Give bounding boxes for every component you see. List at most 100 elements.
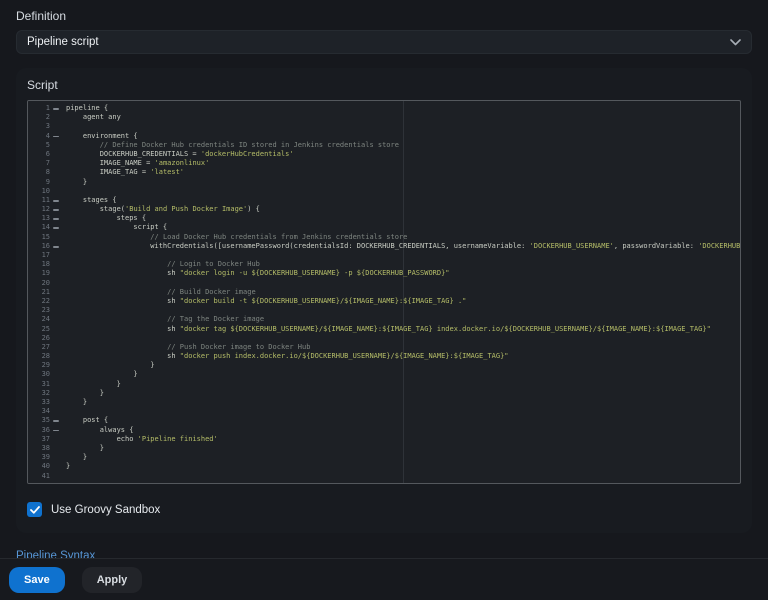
fold-spacer	[50, 187, 62, 196]
fold-spacer	[50, 122, 62, 131]
fold-toggle-icon[interactable]	[50, 196, 62, 205]
fold-toggle-icon[interactable]	[50, 214, 62, 223]
code-line[interactable]	[62, 407, 740, 416]
line-number: 31	[30, 380, 50, 389]
editor-code-area[interactable]: pipeline { agent any environment { // De…	[62, 101, 740, 483]
code-line[interactable]: stages {	[62, 196, 740, 205]
code-line[interactable]: sh "docker tag ${DOCKERHUB_USERNAME}/${I…	[62, 325, 740, 334]
code-line[interactable]: stage('Build and Push Docker Image') {	[62, 205, 740, 214]
code-line[interactable]: sh "docker push index.docker.io/${DOCKER…	[62, 352, 740, 361]
fold-spacer	[50, 407, 62, 416]
code-line[interactable]	[62, 472, 740, 481]
fold-spacer	[50, 150, 62, 159]
gutter-line: 27	[28, 343, 62, 352]
fold-spacer	[50, 325, 62, 334]
line-number: 23	[30, 306, 50, 315]
gutter-line: 14	[28, 223, 62, 232]
fold-toggle-icon[interactable]	[50, 132, 62, 141]
code-line[interactable]: // Load Docker Hub credentials from Jenk…	[62, 233, 740, 242]
line-number: 6	[30, 150, 50, 159]
gutter-line: 20	[28, 279, 62, 288]
code-line[interactable]: // Login to Docker Hub	[62, 260, 740, 269]
code-line[interactable]: always {	[62, 426, 740, 435]
fold-spacer	[50, 113, 62, 122]
code-line[interactable]: agent any	[62, 113, 740, 122]
code-line[interactable]: }	[62, 370, 740, 379]
fold-spacer	[50, 462, 62, 471]
code-line[interactable]	[62, 306, 740, 315]
line-number: 34	[30, 407, 50, 416]
code-line[interactable]: sh "docker login -u ${DOCKERHUB_USERNAME…	[62, 269, 740, 278]
code-line[interactable]: }	[62, 380, 740, 389]
code-line[interactable]: }	[62, 398, 740, 407]
fold-toggle-icon[interactable]	[50, 416, 62, 425]
gutter-line: 34	[28, 407, 62, 416]
code-line[interactable]: }	[62, 462, 740, 471]
code-line[interactable]: // Push Docker image to Docker Hub	[62, 343, 740, 352]
code-line[interactable]: post {	[62, 416, 740, 425]
code-line[interactable]	[62, 122, 740, 131]
code-line[interactable]: sh "docker build -t ${DOCKERHUB_USERNAME…	[62, 297, 740, 306]
fold-toggle-icon[interactable]	[50, 242, 62, 251]
gutter-line: 38	[28, 444, 62, 453]
code-line[interactable]	[62, 251, 740, 260]
code-editor[interactable]: 1234567891011121314151617181920212223242…	[27, 100, 741, 484]
fold-toggle-icon[interactable]	[50, 205, 62, 214]
code-line[interactable]: }	[62, 444, 740, 453]
line-number: 17	[30, 251, 50, 260]
code-line[interactable]	[62, 187, 740, 196]
code-line[interactable]: // Tag the Docker image	[62, 315, 740, 324]
fold-spacer	[50, 260, 62, 269]
code-line[interactable]: pipeline {	[62, 104, 740, 113]
fold-spacer	[50, 398, 62, 407]
code-line[interactable]: IMAGE_NAME = 'amazonlinux'	[62, 159, 740, 168]
gutter-line: 40	[28, 462, 62, 471]
gutter-line: 29	[28, 361, 62, 370]
line-number: 29	[30, 361, 50, 370]
line-number: 33	[30, 398, 50, 407]
definition-select[interactable]: Pipeline script	[16, 30, 752, 54]
code-line[interactable]	[62, 334, 740, 343]
line-number: 12	[30, 205, 50, 214]
fold-toggle-icon[interactable]	[50, 426, 62, 435]
line-number: 9	[30, 178, 50, 187]
code-line[interactable]: script {	[62, 223, 740, 232]
code-line[interactable]: withCredentials([usernamePassword(creden…	[62, 242, 740, 251]
fold-spacer	[50, 141, 62, 150]
code-line[interactable]: }	[62, 361, 740, 370]
line-number: 37	[30, 435, 50, 444]
code-line[interactable]: }	[62, 453, 740, 462]
gutter-line: 33	[28, 398, 62, 407]
save-button[interactable]: Save	[9, 567, 65, 593]
line-number: 10	[30, 187, 50, 196]
line-number: 21	[30, 288, 50, 297]
line-number: 36	[30, 426, 50, 435]
fold-spacer	[50, 472, 62, 481]
gutter-line: 21	[28, 288, 62, 297]
line-number: 26	[30, 334, 50, 343]
code-line[interactable]: }	[62, 178, 740, 187]
line-number: 11	[30, 196, 50, 205]
line-number: 16	[30, 242, 50, 251]
code-line[interactable]: DOCKERHUB_CREDENTIALS = 'dockerHubCreden…	[62, 150, 740, 159]
groovy-sandbox-checkbox[interactable]	[27, 502, 42, 517]
fold-toggle-icon[interactable]	[50, 104, 62, 113]
script-label: Script	[27, 78, 741, 92]
fold-toggle-icon[interactable]	[50, 223, 62, 232]
line-number: 13	[30, 214, 50, 223]
code-line[interactable]: // Define Docker Hub credentials ID stor…	[62, 141, 740, 150]
fold-spacer	[50, 315, 62, 324]
line-number: 14	[30, 223, 50, 232]
code-line[interactable]: echo 'Pipeline finished'	[62, 435, 740, 444]
chevron-down-icon	[730, 39, 741, 46]
code-line[interactable]: // Build Docker image	[62, 288, 740, 297]
code-line[interactable]	[62, 279, 740, 288]
line-number: 39	[30, 453, 50, 462]
code-line[interactable]: IMAGE_TAG = 'latest'	[62, 168, 740, 177]
fold-spacer	[50, 269, 62, 278]
code-line[interactable]: }	[62, 389, 740, 398]
gutter-line: 36	[28, 426, 62, 435]
code-line[interactable]: environment {	[62, 132, 740, 141]
code-line[interactable]: steps {	[62, 214, 740, 223]
apply-button[interactable]: Apply	[82, 567, 143, 593]
